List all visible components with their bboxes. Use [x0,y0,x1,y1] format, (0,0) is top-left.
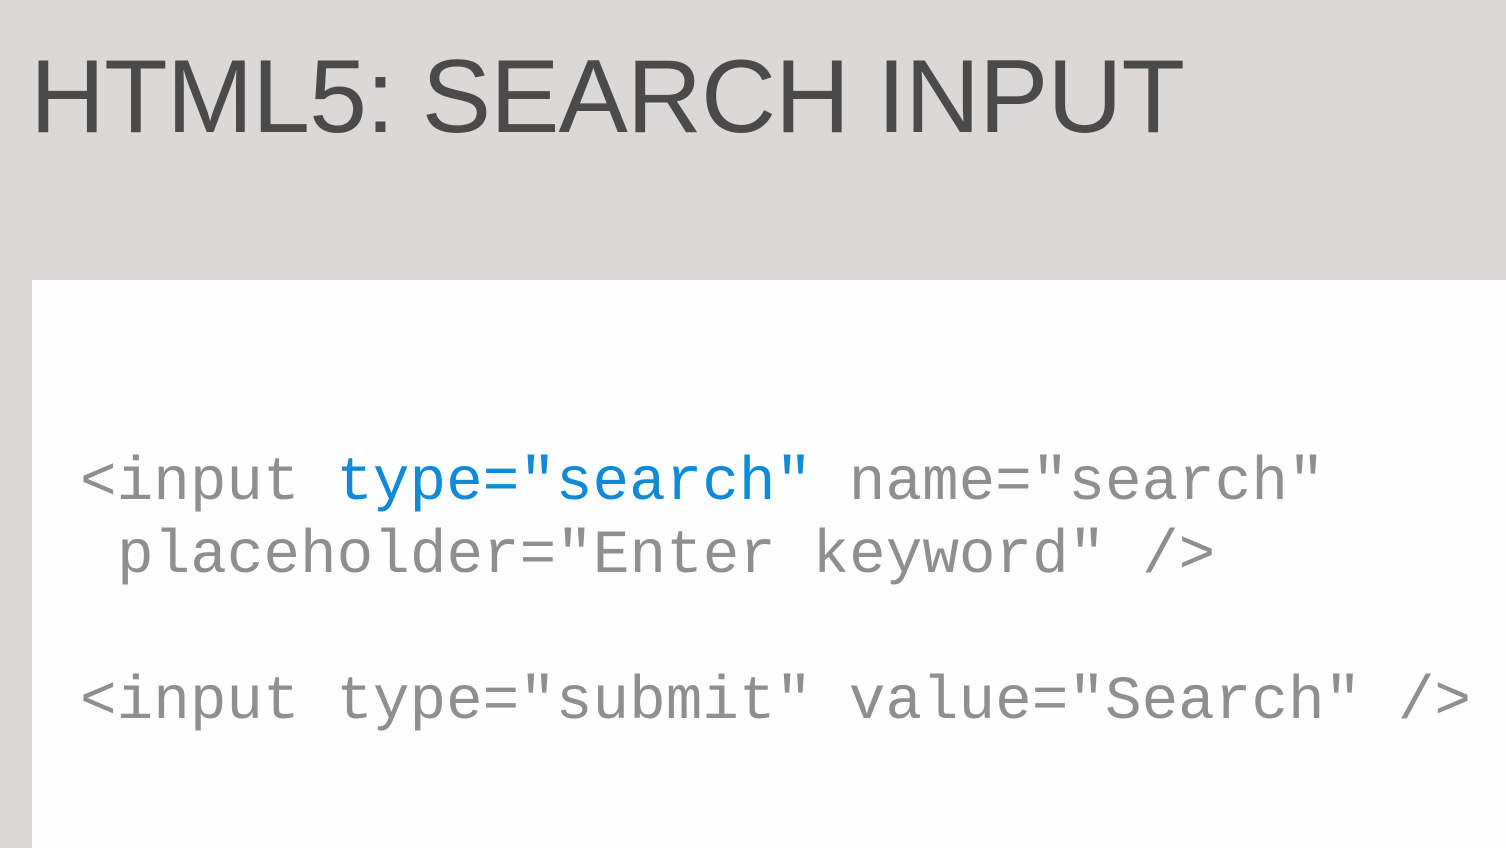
code-tag-open: <input [80,449,337,518]
code-attr-name: name="search" [812,449,1325,518]
code-panel: <input type="search" name="search" place… [32,280,1506,848]
slide-title: HTML5: SEARCH INPUT [30,39,1185,155]
code-highlight-type-search: type="search" [336,449,813,518]
code-line-search-input: <input type="search" name="search" [80,453,1325,514]
code-line-submit-input: <input type="submit" value="Search" /> [80,668,1472,737]
code-line-placeholder: placeholder="Enter keyword" /> [117,522,1216,591]
